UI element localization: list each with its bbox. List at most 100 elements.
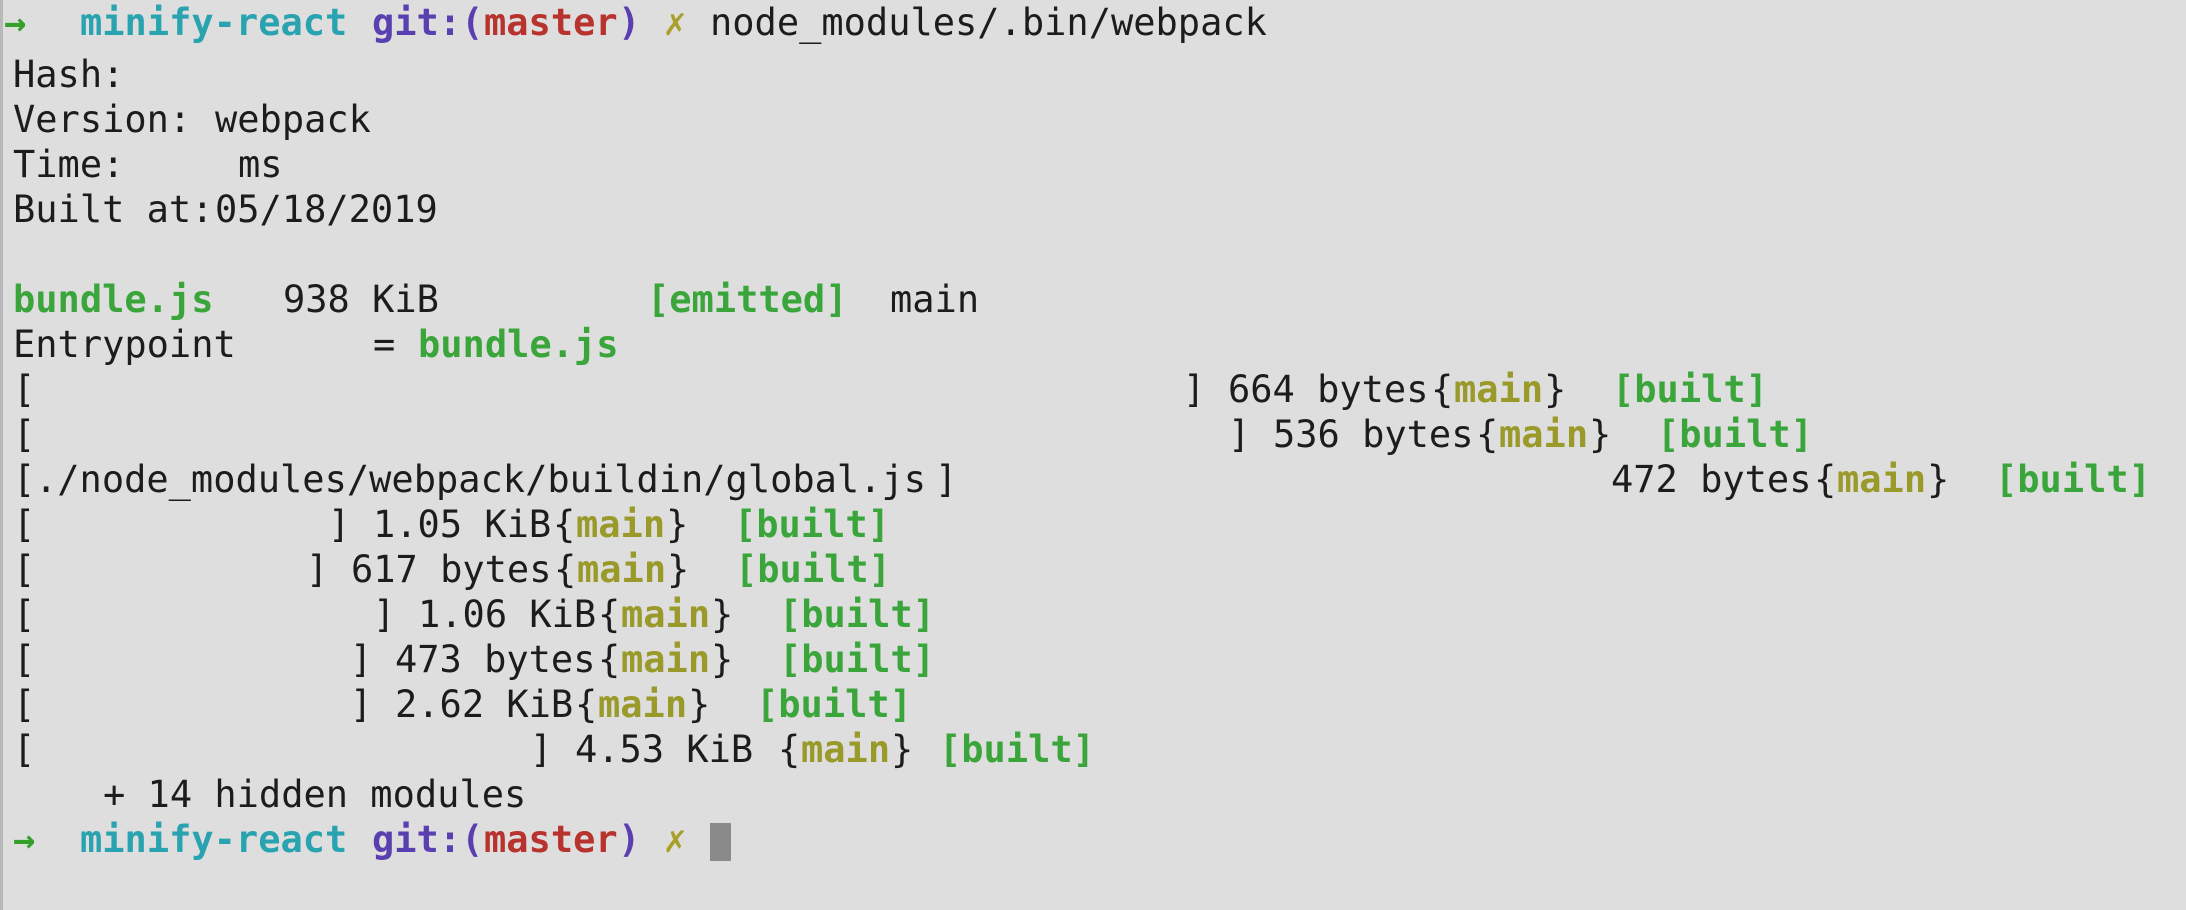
command-text: node_modules/.bin/webpack [710, 1, 1267, 44]
hash-label: Hash: [13, 53, 125, 96]
text-cursor[interactable] [710, 823, 731, 861]
entrypoint-row: Entrypoint = bundle.js [13, 322, 618, 367]
module-row: [ ] 536 bytes { main } [built] [13, 412, 1813, 457]
module-brace-close: } [667, 548, 690, 591]
module-open: [ [13, 548, 36, 591]
module-close: ] [350, 638, 373, 681]
prompt-directory: minify-react [80, 1, 348, 44]
module-size: 472 bytes [1611, 458, 1812, 501]
built-at-line: Built at: 05/18/2019 [13, 187, 438, 232]
module-brace-close: } [891, 728, 914, 771]
module-brace-close: } [666, 503, 689, 546]
module-open: [ [13, 683, 36, 726]
module-open: [ [13, 368, 36, 411]
module-brace-close: } [711, 593, 734, 636]
module-chunk: main [801, 728, 891, 771]
asset-row: bundle.js 938 KiB [emitted] main [13, 277, 979, 322]
window-edge [0, 0, 3, 910]
module-brace-open: { [554, 548, 577, 591]
module-row: [ ./node_modules/webpack/buildin/global.… [13, 457, 2151, 502]
module-status: [built] [734, 503, 890, 546]
module-close: ] [1183, 368, 1206, 411]
module-open: [ [13, 593, 36, 636]
module-brace-open: { [1476, 413, 1499, 456]
asset-chunk: main [890, 278, 980, 321]
module-status: [built] [1995, 458, 2151, 501]
asset-size: 938 KiB [283, 278, 439, 321]
prompt-git-prefix: git:( [372, 818, 484, 861]
module-close: ] [935, 458, 958, 501]
prompt-line[interactable]: → minify-react git:( master ) ✗ [13, 817, 731, 862]
terminal-window[interactable]: → minify-react git:( master ) ✗ node_mod… [0, 0, 2186, 910]
prompt-git-suffix: ) [618, 1, 641, 44]
prompt-arrow-icon: → [13, 818, 36, 861]
time-unit: ms [238, 143, 283, 186]
module-chunk: main [1499, 413, 1589, 456]
time-line: Time: ms [13, 142, 283, 187]
module-brace-open: { [598, 593, 621, 636]
built-at-value: 05/18/2019 [215, 188, 438, 231]
version-value: webpack [215, 98, 371, 141]
module-chunk: main [1837, 458, 1927, 501]
module-brace-close: } [711, 638, 734, 681]
module-close: ] [1228, 413, 1251, 456]
prompt-dirty-icon: ✗ [664, 818, 687, 861]
module-row: [ ] 2.62 KiB { main } [built] [13, 682, 912, 727]
built-at-label: Built at: [13, 188, 214, 231]
entrypoint-value: bundle.js [418, 323, 619, 366]
module-row: [ ] 1.06 KiB { main } [built] [13, 592, 935, 637]
module-status: [built] [1612, 368, 1768, 411]
prompt-branch: master [484, 818, 618, 861]
module-open: [ [13, 458, 36, 501]
module-size: 664 bytes [1228, 368, 1429, 411]
module-chunk: main [1454, 368, 1544, 411]
module-row: [ ] 1.05 KiB { main } [built] [13, 502, 890, 547]
hidden-modules-line: + 14 hidden modules [13, 772, 526, 817]
module-size: 4.53 KiB [575, 728, 754, 771]
module-chunk: main [621, 593, 711, 636]
module-row: [ ] 473 bytes { main } [built] [13, 637, 935, 682]
entrypoint-label: Entrypoint [13, 323, 236, 366]
module-brace-close: } [1589, 413, 1612, 456]
version-label: Version: [13, 98, 192, 141]
module-size: 473 bytes [395, 638, 596, 681]
module-name: ./node_modules/webpack/buildin/global.js [35, 458, 927, 501]
module-open: [ [13, 413, 36, 456]
module-status: [built] [779, 638, 935, 681]
prompt-dirty-icon: ✗ [664, 1, 687, 44]
asset-status: [emitted] [647, 278, 848, 321]
module-brace-close: } [688, 683, 711, 726]
hidden-modules-text: + 14 hidden modules [103, 773, 527, 816]
module-status: [built] [756, 683, 912, 726]
module-brace-close: } [1927, 458, 1950, 501]
module-size: 617 bytes [351, 548, 552, 591]
version-line: Version: webpack [13, 97, 371, 142]
module-chunk: main [576, 503, 666, 546]
module-close: ] [350, 683, 373, 726]
prompt-git-suffix: ) [618, 818, 641, 861]
module-brace-open: { [778, 728, 801, 771]
module-chunk: main [621, 638, 711, 681]
prompt-arrow-icon: → [4, 1, 27, 44]
module-open: [ [13, 638, 36, 681]
module-open: [ [13, 503, 36, 546]
module-status: [built] [1657, 413, 1813, 456]
module-close: ] [306, 548, 329, 591]
module-size: 1.05 KiB [373, 503, 552, 546]
module-chunk: main [598, 683, 688, 726]
time-label: Time: [13, 143, 125, 186]
module-status: [built] [939, 728, 1095, 771]
module-brace-open: { [553, 503, 576, 546]
command-line: → minify-react git:( master ) ✗ node_mod… [4, 0, 1267, 45]
module-brace-open: { [575, 683, 598, 726]
module-status: [built] [779, 593, 935, 636]
asset-name: bundle.js [13, 278, 214, 321]
prompt-directory: minify-react [80, 818, 348, 861]
module-row: [ ] 664 bytes { main } [built] [13, 367, 1768, 412]
entrypoint-equals: = [373, 323, 396, 366]
module-brace-close: } [1544, 368, 1567, 411]
module-size: 536 bytes [1273, 413, 1474, 456]
module-brace-open: { [1431, 368, 1454, 411]
module-row: [ ] 617 bytes { main } [built] [13, 547, 891, 592]
prompt-branch: master [484, 1, 618, 44]
